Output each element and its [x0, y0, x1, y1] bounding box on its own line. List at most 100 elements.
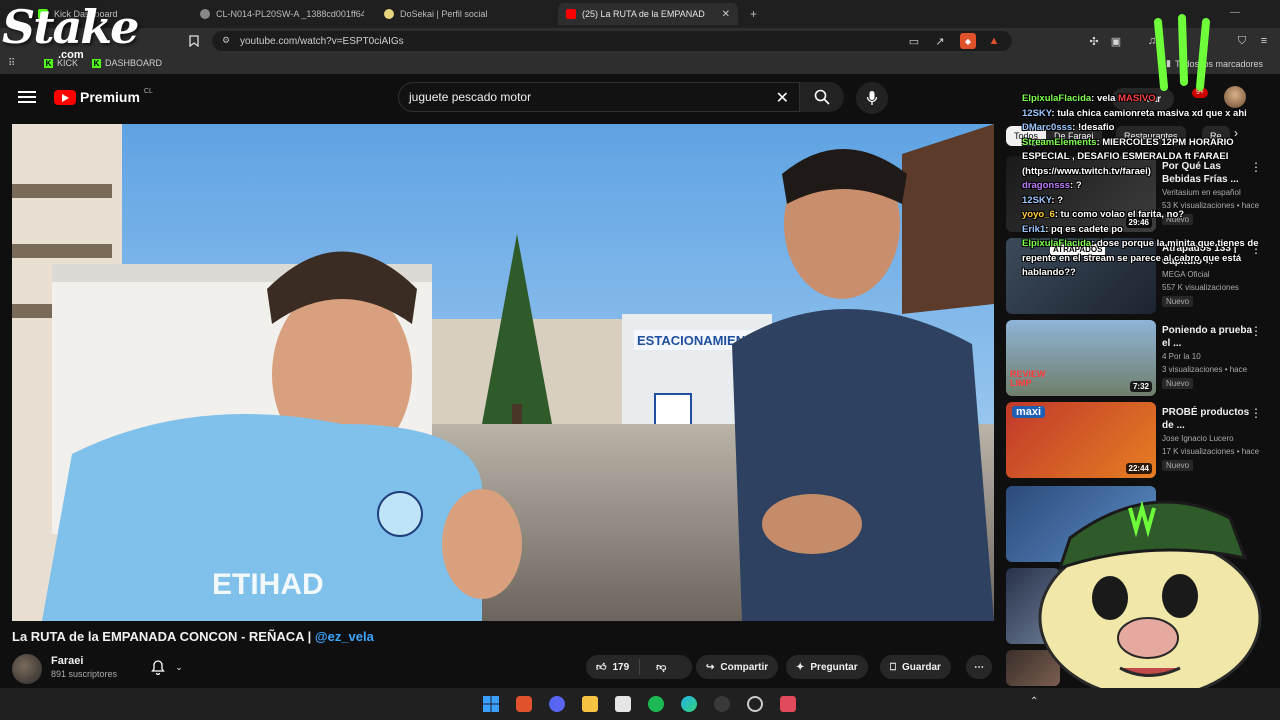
tab-label: CL-N014-PL20SW-A _1388cd001ff64	[216, 9, 364, 19]
mention-link[interactable]: @ez_vela	[315, 629, 374, 644]
obs-icon[interactable]	[714, 696, 730, 712]
channel-name[interactable]: Faraei	[51, 655, 83, 667]
chat-username: dragonsss	[1022, 180, 1071, 191]
rec-channel[interactable]: Jose Ignacio Lucero	[1162, 434, 1262, 443]
bookmark-label: DASHBOARD	[105, 58, 163, 68]
bookmarks-bar: ⠿ K KICK K DASHBOARD ▮ Todos los marcado…	[0, 54, 1280, 74]
dislike-button[interactable]: 👎︎	[646, 661, 676, 673]
voice-search-button[interactable]	[856, 82, 888, 114]
thumbnail-caption: maxi	[1012, 406, 1046, 418]
chat-message: ElpixulaFlacida: dose porque la minita q…	[1022, 237, 1262, 281]
windows-start-icon[interactable]	[483, 696, 499, 712]
tab-youtube-active[interactable]: (25) La RUTA de la EMPANAD ✕	[558, 3, 738, 25]
like-button[interactable]: 👍︎ 179	[586, 659, 641, 675]
url-field[interactable]: ⚙ youtube.com/watch?v=ESPT0ciAIGs	[212, 31, 1012, 51]
ask-button[interactable]: ✦ Preguntar	[786, 655, 868, 679]
video-thumbnail[interactable]: maxi 22:44	[1006, 402, 1156, 478]
chat-message: Erik1: pq es cadete po	[1022, 223, 1262, 238]
subscriber-count: 891 suscriptores	[51, 669, 118, 679]
thumbnail-caption: REVIEW LIMP	[1010, 369, 1046, 388]
chat-text: : pq es cadete po	[1045, 223, 1123, 235]
chat-badge: MASIVO	[1118, 93, 1156, 104]
save-bookmark-icon: ⎕	[890, 661, 896, 673]
kick-icon: K	[92, 58, 101, 68]
rec-views: 17 K visualizaciones • hace	[1162, 447, 1260, 456]
chat-username: ElpixulaFlacida	[1022, 93, 1092, 104]
duration-badge: 7:32	[1129, 381, 1152, 392]
share-button[interactable]: ↪ Compartir	[696, 655, 779, 679]
rec-views: 3 visualizaciones • hace	[1162, 365, 1248, 374]
youtube-play-icon	[54, 89, 76, 105]
kebab-menu-icon[interactable]: ⋮	[1250, 406, 1262, 420]
search-icon	[814, 89, 830, 105]
tab-dosekai[interactable]: DoSekai | Perfil social	[376, 3, 548, 25]
channel-avatar[interactable]	[12, 654, 42, 684]
channel-row: Faraei 891 suscriptores ⌄ 👍︎ 179 👎︎ ↪ Co…	[12, 652, 994, 684]
bookmark-icon[interactable]	[186, 33, 202, 49]
window-minimize-icon[interactable]: —	[1230, 7, 1240, 18]
thumbs-down-icon: 👎︎	[656, 662, 667, 673]
save-button[interactable]: ⎕ Guardar	[880, 655, 951, 679]
video-title: La RUTA de la EMPANADA CONCON - REÑACA |…	[12, 629, 374, 644]
rec-title[interactable]: PROBÉ productos de ...	[1162, 406, 1252, 432]
search-button[interactable]	[800, 82, 844, 112]
tab-cl-n014[interactable]: CL-N014-PL20SW-A _1388cd001ff64	[192, 3, 364, 25]
search-input[interactable]: juguete pescado motor ✕	[398, 82, 800, 112]
stake-logo-suffix: .com	[58, 49, 84, 61]
chat-message: dragonsss: ?	[1022, 179, 1262, 194]
brave-shield-icon[interactable]: ◆	[960, 33, 976, 49]
more-actions-button[interactable]: ⋯	[966, 655, 992, 679]
youtube-icon	[566, 9, 576, 19]
microphone-icon	[866, 91, 878, 105]
discord-icon[interactable]	[549, 696, 565, 712]
brave-rewards-icon[interactable]: ▲	[986, 33, 1002, 49]
subscription-bell-button[interactable]: ⌄	[140, 655, 194, 679]
tab-label: (25) La RUTA de la EMPANAD	[582, 9, 705, 19]
close-icon[interactable]: ✕	[722, 9, 730, 20]
chat-username: DMarc0sss	[1022, 122, 1073, 133]
rec-channel[interactable]: 4 Por la 10	[1162, 352, 1262, 361]
like-dislike-group: 👍︎ 179 👎︎	[586, 655, 692, 679]
chat-message: yoyo_6: tu como volao el farita, no?	[1022, 208, 1262, 223]
app-icon[interactable]	[780, 696, 796, 712]
chat-message: 12SKY: tula chica camionreta masiva xd q…	[1022, 107, 1262, 122]
spotify-icon[interactable]	[648, 696, 664, 712]
brand-text: Premium	[80, 89, 140, 105]
youtube-header: Premium CL juguete pescado motor ✕	[0, 78, 1000, 118]
chat-text: : vela	[1091, 93, 1116, 104]
file-explorer-icon[interactable]	[582, 696, 598, 712]
bookmark-dashboard[interactable]: K DASHBOARD	[92, 58, 162, 68]
sidebar-icon[interactable]: ▣	[1108, 33, 1124, 49]
apps-grid-icon[interactable]: ⠿	[8, 58, 15, 69]
chevron-up-icon[interactable]: ⌃	[1030, 696, 1038, 707]
extensions-icon[interactable]: ✣	[1086, 33, 1102, 49]
youtube-logo[interactable]: Premium CL	[54, 88, 153, 105]
share-icon[interactable]: ↗	[932, 33, 948, 49]
capcut-icon[interactable]	[615, 696, 631, 712]
streamlabs-icon[interactable]	[747, 696, 763, 712]
chat-text: : ?	[1051, 194, 1064, 206]
hamburger-menu-icon[interactable]	[18, 88, 36, 106]
new-tab-button[interactable]: +	[742, 3, 762, 25]
clear-search-icon[interactable]: ✕	[776, 88, 789, 108]
os-taskbar: ⌃	[0, 688, 1280, 720]
chat-username: yoyo_6	[1022, 209, 1055, 220]
recommendation-item[interactable]: maxi 22:44 PROBÉ productos de ... Jose I…	[1006, 402, 1268, 480]
edge-icon[interactable]	[681, 696, 697, 712]
cast-icon[interactable]: ▭	[906, 33, 922, 49]
like-count: 179	[612, 661, 630, 673]
vpn-icon[interactable]: ⛉	[1234, 33, 1250, 49]
chevron-down-icon: ⌄	[175, 661, 183, 672]
globe-icon	[200, 9, 210, 19]
chat-text: : !desafio	[1072, 122, 1115, 133]
chat-text: : tula chica camionreta masiva xd que x …	[1051, 107, 1247, 119]
video-title-text: La RUTA de la EMPANADA CONCON - REÑACA |	[12, 629, 312, 644]
menu-icon[interactable]: ≡	[1256, 33, 1272, 49]
chat-message: ElpixulaFlacida: vela MASIVO	[1022, 92, 1262, 107]
brave-browser-icon[interactable]	[516, 696, 532, 712]
bell-icon	[151, 659, 166, 675]
site-info-icon[interactable]: ⚙	[222, 35, 230, 46]
address-toolbar: ⚙ youtube.com/watch?v=ESPT0ciAIGs ▭ ↗ ◆ …	[0, 28, 1280, 54]
video-player[interactable]: ESTACIONAMIENTO ETIHAD	[12, 124, 994, 621]
chat-text: : tu como volao el farita, no?	[1054, 209, 1185, 220]
